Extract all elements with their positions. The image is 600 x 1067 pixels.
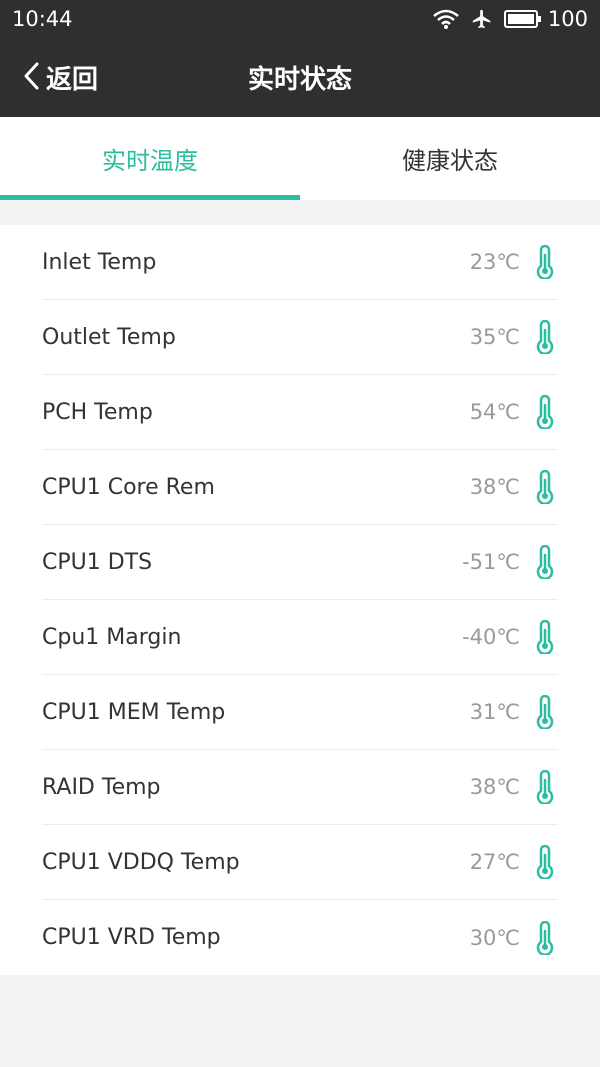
sensor-name: CPU1 DTS <box>42 549 153 575</box>
list-item[interactable]: PCH Temp 54℃ <box>42 375 558 450</box>
sensor-name: CPU1 VRD Temp <box>42 925 221 950</box>
airplane-icon <box>470 8 494 30</box>
sensor-name: Inlet Temp <box>42 249 157 275</box>
sensor-value: -51℃ <box>462 550 520 574</box>
sensor-value: 27℃ <box>469 850 520 874</box>
list-item[interactable]: RAID Temp 38℃ <box>42 750 558 825</box>
thermometer-icon <box>536 845 554 879</box>
thermometer-icon <box>536 470 554 504</box>
battery-level: 100 <box>547 7 588 31</box>
back-button[interactable]: 返回 <box>22 38 98 117</box>
thermometer-icon <box>536 395 554 429</box>
tab-label: 实时温度 <box>102 147 198 175</box>
chevron-left-icon <box>22 61 42 95</box>
status-icons: 100 <box>432 7 588 31</box>
back-label: 返回 <box>46 65 99 95</box>
sensor-value: 35℃ <box>469 325 520 349</box>
list-item[interactable]: CPU1 VDDQ Temp 27℃ <box>42 825 558 900</box>
status-bar: 10:44 100 <box>0 0 600 38</box>
thermometer-icon <box>536 320 554 354</box>
sensor-value: 38℃ <box>469 475 520 499</box>
sensor-value: 30℃ <box>469 925 520 950</box>
sensor-value: 31℃ <box>469 700 520 724</box>
sensor-name: RAID Temp <box>42 774 161 800</box>
wifi-icon <box>432 8 460 30</box>
tab-label: 健康状态 <box>402 147 498 175</box>
sensor-value: 54℃ <box>469 400 520 424</box>
sensor-name: CPU1 MEM Temp <box>42 699 226 725</box>
list-item[interactable]: CPU1 DTS -51℃ <box>42 525 558 600</box>
thermometer-icon <box>536 620 554 654</box>
thermometer-icon <box>536 695 554 729</box>
list-item[interactable]: CPU1 MEM Temp 31℃ <box>42 675 558 750</box>
sensor-name: Outlet Temp <box>42 324 176 350</box>
sensor-value: 38℃ <box>469 775 520 799</box>
sensor-name: PCH Temp <box>42 399 153 425</box>
list-item[interactable]: Cpu1 Margin -40℃ <box>42 600 558 675</box>
list-item[interactable]: CPU1 Core Rem 38℃ <box>42 450 558 525</box>
list-item[interactable]: Inlet Temp 23℃ <box>42 225 558 300</box>
tab-active-indicator <box>0 195 300 200</box>
tab-bar: 实时温度 健康状态 <box>0 117 600 200</box>
sensor-name: Cpu1 Margin <box>42 624 182 650</box>
sensor-value: 23℃ <box>469 250 520 274</box>
thermometer-icon <box>536 545 554 579</box>
list-item[interactable]: CPU1 VRD Temp 30℃ <box>42 900 558 975</box>
thermometer-icon <box>536 245 554 279</box>
thermometer-icon <box>536 770 554 804</box>
sensor-value: -40℃ <box>462 625 520 649</box>
status-time: 10:44 <box>12 7 73 31</box>
list-item[interactable]: Outlet Temp 35℃ <box>42 300 558 375</box>
battery-icon <box>503 9 542 29</box>
thermometer-icon <box>536 920 554 955</box>
temperature-list: Inlet Temp 23℃ Outlet Temp 35℃ PCH Temp … <box>0 225 600 975</box>
tab-health-status[interactable]: 健康状态 <box>300 117 600 200</box>
tab-realtime-temperature[interactable]: 实时温度 <box>0 117 300 200</box>
battery-indicator: 100 <box>503 7 588 31</box>
sensor-name: CPU1 VDDQ Temp <box>42 849 240 875</box>
sensor-name: CPU1 Core Rem <box>42 474 215 500</box>
nav-bar: 实时状态 返回 <box>0 38 600 117</box>
